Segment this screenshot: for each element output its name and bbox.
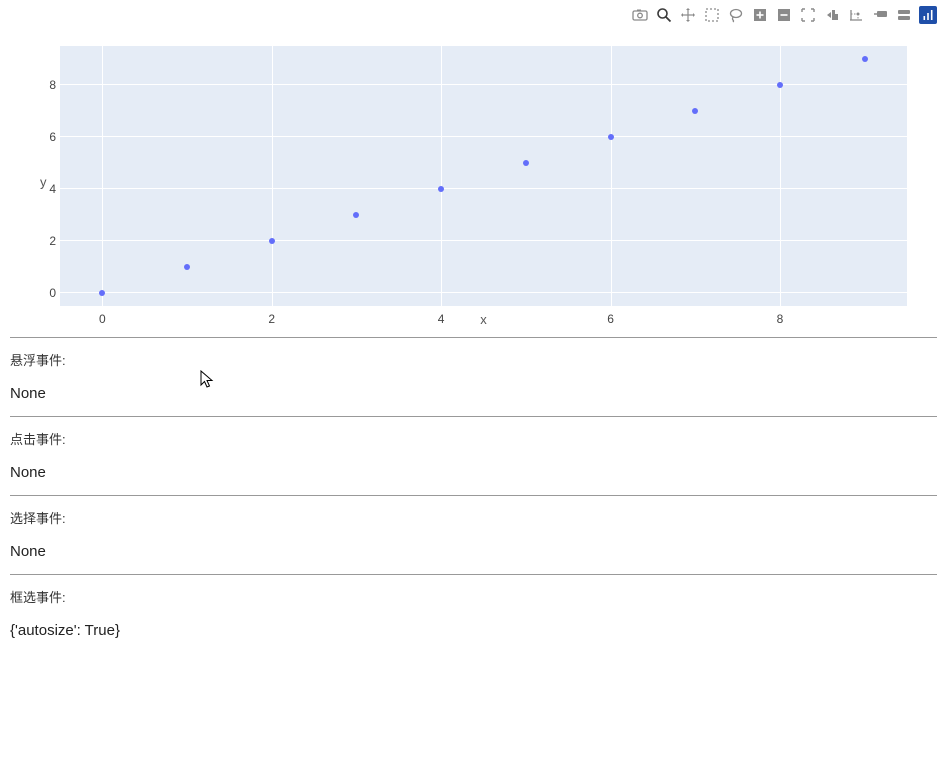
- data-point[interactable]: [269, 238, 275, 244]
- reset-axes-icon[interactable]: [823, 6, 841, 24]
- select-event-value: None: [10, 543, 937, 560]
- plotly-logo-icon[interactable]: [919, 6, 937, 24]
- x-tick-label: 4: [438, 312, 445, 326]
- hover-compare-icon[interactable]: [895, 6, 913, 24]
- spike-lines-icon[interactable]: [847, 6, 865, 24]
- relayout-event-label: 框选事件:: [10, 587, 937, 606]
- zoom-icon[interactable]: [655, 6, 673, 24]
- click-event-section: 点击事件: None: [10, 416, 937, 495]
- y-tick-label: 8: [36, 78, 56, 92]
- zoom-out-icon[interactable]: [775, 6, 793, 24]
- data-point[interactable]: [777, 82, 783, 88]
- y-tick-label: 4: [36, 182, 56, 196]
- y-tick-label: 2: [36, 234, 56, 248]
- hover-event-section: 悬浮事件: None: [10, 337, 937, 416]
- x-tick-label: 2: [268, 312, 275, 326]
- pan-icon[interactable]: [679, 6, 697, 24]
- zoom-in-icon[interactable]: [751, 6, 769, 24]
- data-point[interactable]: [184, 264, 190, 270]
- x-tick-label: 8: [777, 312, 784, 326]
- data-point[interactable]: [692, 108, 698, 114]
- click-event-label: 点击事件:: [10, 429, 937, 448]
- data-point[interactable]: [438, 186, 444, 192]
- events-panel: 悬浮事件: None 点击事件: None 选择事件: None 框选事件: {…: [0, 337, 947, 683]
- select-event-label: 选择事件:: [10, 508, 937, 527]
- click-event-value: None: [10, 464, 937, 481]
- gridline-v: [441, 46, 442, 306]
- x-tick-label: 6: [607, 312, 614, 326]
- gridline-v: [611, 46, 612, 306]
- camera-icon[interactable]: [631, 6, 649, 24]
- gridline-v: [102, 46, 103, 306]
- box-select-icon[interactable]: [703, 6, 721, 24]
- lasso-select-icon[interactable]: [727, 6, 745, 24]
- data-point[interactable]: [608, 134, 614, 140]
- data-point[interactable]: [523, 160, 529, 166]
- select-event-section: 选择事件: None: [10, 495, 937, 574]
- scatter-plot[interactable]: 0246802468: [60, 46, 907, 306]
- data-point[interactable]: [862, 56, 868, 62]
- hover-event-value: None: [10, 385, 937, 402]
- x-tick-label: 0: [99, 312, 106, 326]
- data-point[interactable]: [353, 212, 359, 218]
- gridline-v: [272, 46, 273, 306]
- plotly-modebar: [0, 0, 947, 26]
- chart-container: y 0246802468 x: [0, 26, 947, 337]
- y-tick-label: 6: [36, 130, 56, 144]
- y-tick-label: 0: [36, 286, 56, 300]
- hover-closest-icon[interactable]: [871, 6, 889, 24]
- autoscale-icon[interactable]: [799, 6, 817, 24]
- data-point[interactable]: [99, 290, 105, 296]
- relayout-event-value: {'autosize': True}: [10, 622, 937, 639]
- relayout-event-section: 框选事件: {'autosize': True}: [10, 574, 937, 653]
- hover-event-label: 悬浮事件:: [10, 350, 937, 369]
